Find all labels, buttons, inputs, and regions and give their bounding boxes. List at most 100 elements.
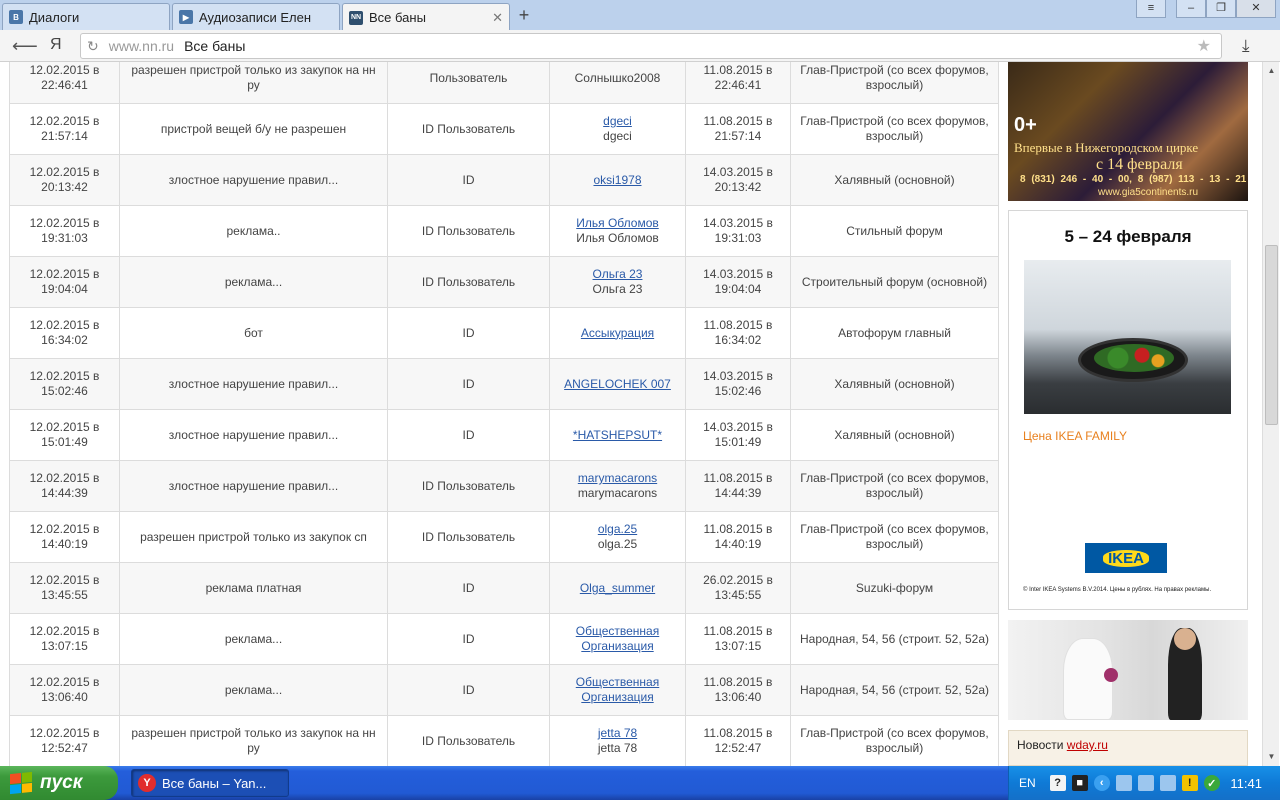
ban-user-cell: ANGELOCHEK 007 — [549, 358, 686, 410]
ban-until-cell: 14.03.2015 в 19:04:04 — [685, 256, 791, 308]
minimize-button[interactable]: ‒ — [1176, 0, 1206, 18]
ban-reason-cell: злостное нарушение правил... — [119, 409, 388, 461]
vertical-scrollbar[interactable]: ▲ ▼ — [1262, 62, 1279, 766]
address-bar: ⟵ Я ↻ www.nn.ru Все баны ★ ⤓ — [0, 30, 1280, 62]
user-link[interactable]: oksi1978 — [593, 173, 641, 187]
close-window-button[interactable]: ✕ — [1236, 0, 1276, 18]
tab-dialogs[interactable]: B Диалоги — [2, 3, 170, 30]
taskbar-item-browser[interactable]: Y Все баны – Yan... — [131, 769, 289, 797]
ban-date-cell: 12.02.2015 в 15:02:46 — [9, 358, 120, 410]
ban-until-cell: 14.03.2015 в 15:02:46 — [685, 358, 791, 410]
ikea-banner[interactable]: 5 – 24 февраля Цена IKEA FAMILY IKEA © I… — [1008, 210, 1248, 610]
user-link[interactable]: Илья Обломов — [576, 216, 659, 230]
ban-reason-cell: разрешен пристрой только из закупок на н… — [119, 715, 388, 766]
user-link[interactable]: Ассыкурация — [581, 326, 654, 340]
warning-icon[interactable]: ! — [1181, 775, 1198, 791]
ban-user-cell: Olga_summer — [549, 562, 686, 614]
start-label: пуск — [40, 772, 83, 793]
scroll-up-icon[interactable]: ▲ — [1265, 64, 1278, 77]
antivirus-icon[interactable]: ✓ — [1203, 775, 1220, 791]
user-link[interactable]: ANGELOCHEK 007 — [564, 377, 671, 391]
ban-reason-cell: реклама платная — [119, 562, 388, 614]
user-link[interactable]: jetta 78 — [598, 726, 637, 740]
age-rating: 0+ — [1014, 114, 1037, 136]
ban-date-cell: 12.02.2015 в 16:34:02 — [9, 307, 120, 359]
new-tab-button[interactable]: + — [512, 5, 536, 27]
ban-date-cell: 12.02.2015 в 13:06:40 — [9, 664, 120, 716]
network-icon-3[interactable] — [1159, 775, 1176, 791]
ban-date-cell: 12.02.2015 в 13:45:55 — [9, 562, 120, 614]
start-button[interactable]: пуск — [0, 766, 118, 800]
url-field[interactable]: ↻ www.nn.ru Все баны ★ — [80, 33, 1222, 59]
ban-date-cell: 12.02.2015 в 13:07:15 — [9, 613, 120, 665]
ban-date-cell: 12.02.2015 в 19:04:04 — [9, 256, 120, 308]
table-row: 12.02.2015 в 15:01:49 злостное нарушение … — [9, 409, 999, 461]
ban-type-cell: Пользователь — [387, 62, 550, 104]
ikea-price-text: Цена IKEA FAMILY — [1023, 429, 1127, 443]
tab-label: Диалоги — [29, 9, 80, 25]
menu-button[interactable]: ≡ — [1136, 0, 1166, 18]
back-arrow-icon[interactable]: ⟵ — [12, 36, 38, 57]
yandex-logo-icon[interactable]: Я — [50, 36, 62, 54]
bans-table: 12.02.2015 в 22:46:41 разрешен пристрой т… — [9, 62, 999, 766]
tab-all-bans[interactable]: NN Все баны ✕ — [342, 3, 510, 31]
user-link[interactable]: olga.25 — [598, 522, 637, 536]
ban-date-cell: 12.02.2015 в 20:13:42 — [9, 154, 120, 206]
bouquet — [1104, 668, 1118, 682]
taskbar-item-label: Все баны – Yan... — [162, 775, 267, 791]
news-block: Новости wday.ru — [1008, 730, 1248, 766]
user-link[interactable]: Ольга 23 — [593, 267, 643, 281]
user-link[interactable]: Общественная Организация — [576, 675, 659, 704]
tab-label: Аудиозаписи Елен — [199, 9, 312, 25]
collapse-tray-icon[interactable]: ‹ — [1093, 775, 1110, 791]
reload-icon[interactable]: ↻ — [87, 38, 99, 55]
network-icon-2[interactable] — [1137, 775, 1154, 791]
user-link[interactable]: dgeci — [603, 114, 632, 128]
ban-type-cell: ID — [387, 358, 550, 410]
help-icon[interactable]: ? — [1049, 775, 1066, 791]
news-link[interactable]: wday.ru — [1067, 738, 1108, 752]
clock: 11:41 — [1230, 775, 1262, 791]
close-tab-icon[interactable]: ✕ — [492, 10, 503, 26]
user-link[interactable]: *HATSHEPSUT* — [573, 428, 662, 442]
ban-type-cell: ID Пользователь — [387, 511, 550, 563]
table-row: 12.02.2015 в 16:34:02 бот ID Ассыкурация 11.… — [9, 307, 999, 359]
network-icon[interactable] — [1115, 775, 1132, 791]
download-icon[interactable]: ⤓ — [1242, 36, 1250, 56]
table-row: 12.02.2015 в 15:02:46 злостное нарушение … — [9, 358, 999, 410]
ban-forum-cell: Стильный форум — [790, 205, 999, 257]
user-name: marymacarons — [577, 486, 658, 500]
scroll-down-icon[interactable]: ▼ — [1265, 750, 1278, 763]
ban-date-cell: 12.02.2015 в 12:52:47 — [9, 715, 120, 766]
ban-forum-cell: Глав-Пристрой (со всех форумов, взрослый… — [790, 460, 999, 512]
user-link[interactable]: Olga_summer — [580, 581, 655, 595]
ban-user-cell: Общественная Организация — [549, 613, 686, 665]
media-icon[interactable]: ■ — [1071, 775, 1088, 791]
ban-date-cell: 12.02.2015 в 19:31:03 — [9, 205, 120, 257]
ban-until-cell: 11.08.2015 в 22:46:41 — [685, 62, 791, 104]
maximize-button[interactable]: ❐ — [1206, 0, 1236, 18]
ban-type-cell: ID — [387, 409, 550, 461]
ban-forum-cell: Халявный (основной) — [790, 358, 999, 410]
ban-type-cell: ID — [387, 613, 550, 665]
tab-audio[interactable]: ▶ Аудиозаписи Елен — [172, 3, 340, 30]
ban-forum-cell: Халявный (основной) — [790, 154, 999, 206]
groom-face — [1174, 628, 1196, 650]
ban-forum-cell: Suzuki-форум — [790, 562, 999, 614]
wedding-banner[interactable] — [1008, 620, 1248, 720]
user-link[interactable]: marymacarons — [578, 471, 657, 485]
user-link[interactable]: Общественная Организация — [576, 624, 659, 653]
circus-banner[interactable]: 0+ Впервые в Нижегородском цирке с 14 фе… — [1008, 62, 1248, 201]
user-name: jetta 78 — [597, 741, 638, 755]
bookmark-star-icon[interactable]: ★ — [1197, 36, 1211, 56]
table-row: 12.02.2015 в 19:31:03 реклама.. ID Пользов… — [9, 205, 999, 257]
ban-until-cell: 11.08.2015 в 16:34:02 — [685, 307, 791, 359]
ban-date-cell: 12.02.2015 в 22:46:41 — [9, 62, 120, 104]
language-indicator[interactable]: EN — [1019, 776, 1036, 790]
ban-type-cell: ID Пользователь — [387, 256, 550, 308]
table-row: 12.02.2015 в 12:52:47 разрешен пристрой т… — [9, 715, 999, 766]
ban-until-cell: 26.02.2015 в 13:45:55 — [685, 562, 791, 614]
ban-user-cell: Ольга 23 Ольга 23 — [549, 256, 686, 308]
table-row: 12.02.2015 в 13:45:55 реклама платная ID Ol… — [9, 562, 999, 614]
scroll-thumb[interactable] — [1265, 245, 1278, 425]
